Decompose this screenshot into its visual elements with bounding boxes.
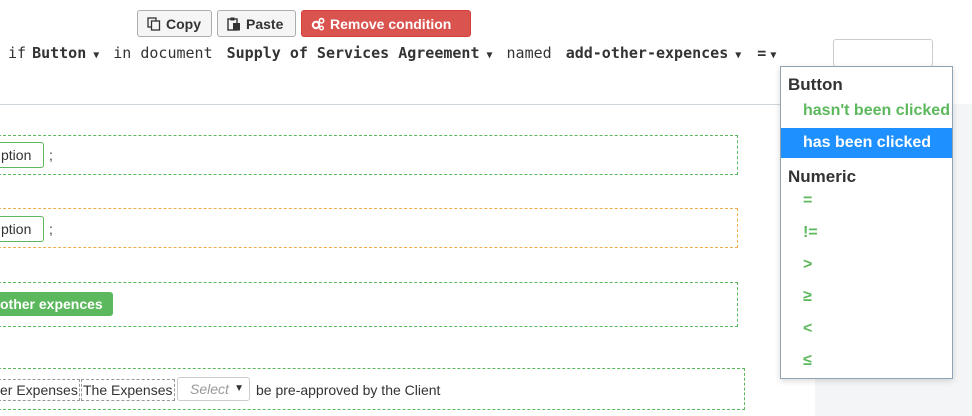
clause-option-chip[interactable]: ption	[0, 142, 44, 168]
remove-condition-button[interactable]: Remove condition	[301, 10, 471, 37]
option-less-than[interactable]: <	[781, 314, 952, 344]
condition-value-input[interactable]	[833, 39, 933, 67]
add-other-expences-button[interactable]: other expences	[0, 292, 113, 316]
paste-icon	[227, 17, 241, 31]
clause-box	[0, 135, 738, 175]
clause-select-placeholder: Select	[190, 381, 229, 397]
gears-icon	[311, 17, 325, 31]
clause-semicolon: ;	[49, 147, 53, 163]
named-label: named	[506, 44, 552, 62]
element-name-select[interactable]: add-other-expences ▼	[566, 44, 742, 62]
copy-icon	[147, 16, 161, 31]
document-select[interactable]: Supply of Services Agreement ▼	[227, 44, 493, 62]
paste-button[interactable]: Paste	[217, 10, 296, 37]
option-hasnt-been-clicked[interactable]: hasn't been clicked	[781, 96, 952, 126]
option-not-equals[interactable]: !=	[781, 218, 952, 248]
element-name-value: add-other-expences	[565, 44, 729, 62]
document-name: Supply of Services Agreement	[226, 44, 480, 62]
operator-select[interactable]: = ▼	[757, 44, 776, 62]
element-type-select[interactable]: Button ▼	[32, 44, 99, 62]
group-label-numeric: Numeric	[788, 167, 857, 186]
option-equals[interactable]: =	[781, 186, 952, 216]
clause-box-warning	[0, 208, 738, 248]
caret-down-icon: ▼	[735, 50, 742, 61]
element-type-value: Button	[32, 44, 87, 62]
condition-row: if Button ▼ in document Supply of Service…	[0, 40, 776, 66]
option-less-or-equal[interactable]: ≤	[781, 346, 952, 376]
if-label: if	[8, 44, 27, 62]
caret-down-icon: ▼	[93, 50, 100, 61]
copy-label: Copy	[166, 15, 201, 32]
operator-dropdown: Button hasn't been clicked has been clic…	[780, 66, 953, 379]
paste-label: Paste	[246, 15, 284, 32]
remove-condition-label: Remove condition	[330, 15, 452, 32]
clause-text: be pre-approved by the Client	[256, 382, 441, 398]
group-label-button: Button	[788, 75, 843, 94]
clause-select[interactable]: Select ▼	[177, 377, 250, 401]
option-greater-than[interactable]: >	[781, 250, 952, 280]
clause-option-chip[interactable]: ption	[0, 216, 44, 242]
caret-down-icon: ▼	[770, 50, 777, 61]
option-greater-or-equal[interactable]: ≥	[781, 282, 952, 312]
operator-value: =	[757, 44, 767, 62]
copy-button[interactable]: Copy	[137, 10, 212, 37]
in-document-label: in document	[113, 44, 213, 62]
variable-chip[interactable]: er Expenses	[0, 379, 80, 401]
variable-chip[interactable]: The Expenses	[81, 379, 175, 401]
caret-down-icon: ▼	[486, 50, 493, 61]
clause-semicolon: ;	[49, 221, 53, 237]
header-divider	[0, 104, 815, 105]
option-has-been-clicked[interactable]: has been clicked	[781, 128, 952, 158]
condition-toolbar: Copy Paste Remove condition	[137, 10, 471, 37]
caret-down-icon: ▼	[234, 383, 244, 394]
